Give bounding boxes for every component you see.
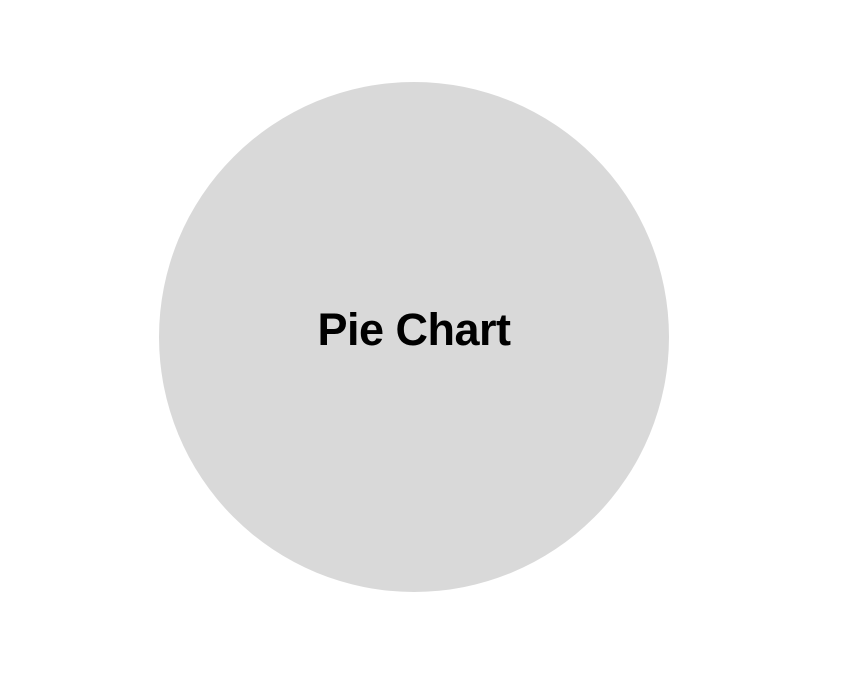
pie-chart-placeholder: Pie Chart (159, 82, 669, 592)
pie-chart-label: Pie Chart (317, 304, 511, 355)
canvas: Pie Chart (0, 0, 860, 687)
